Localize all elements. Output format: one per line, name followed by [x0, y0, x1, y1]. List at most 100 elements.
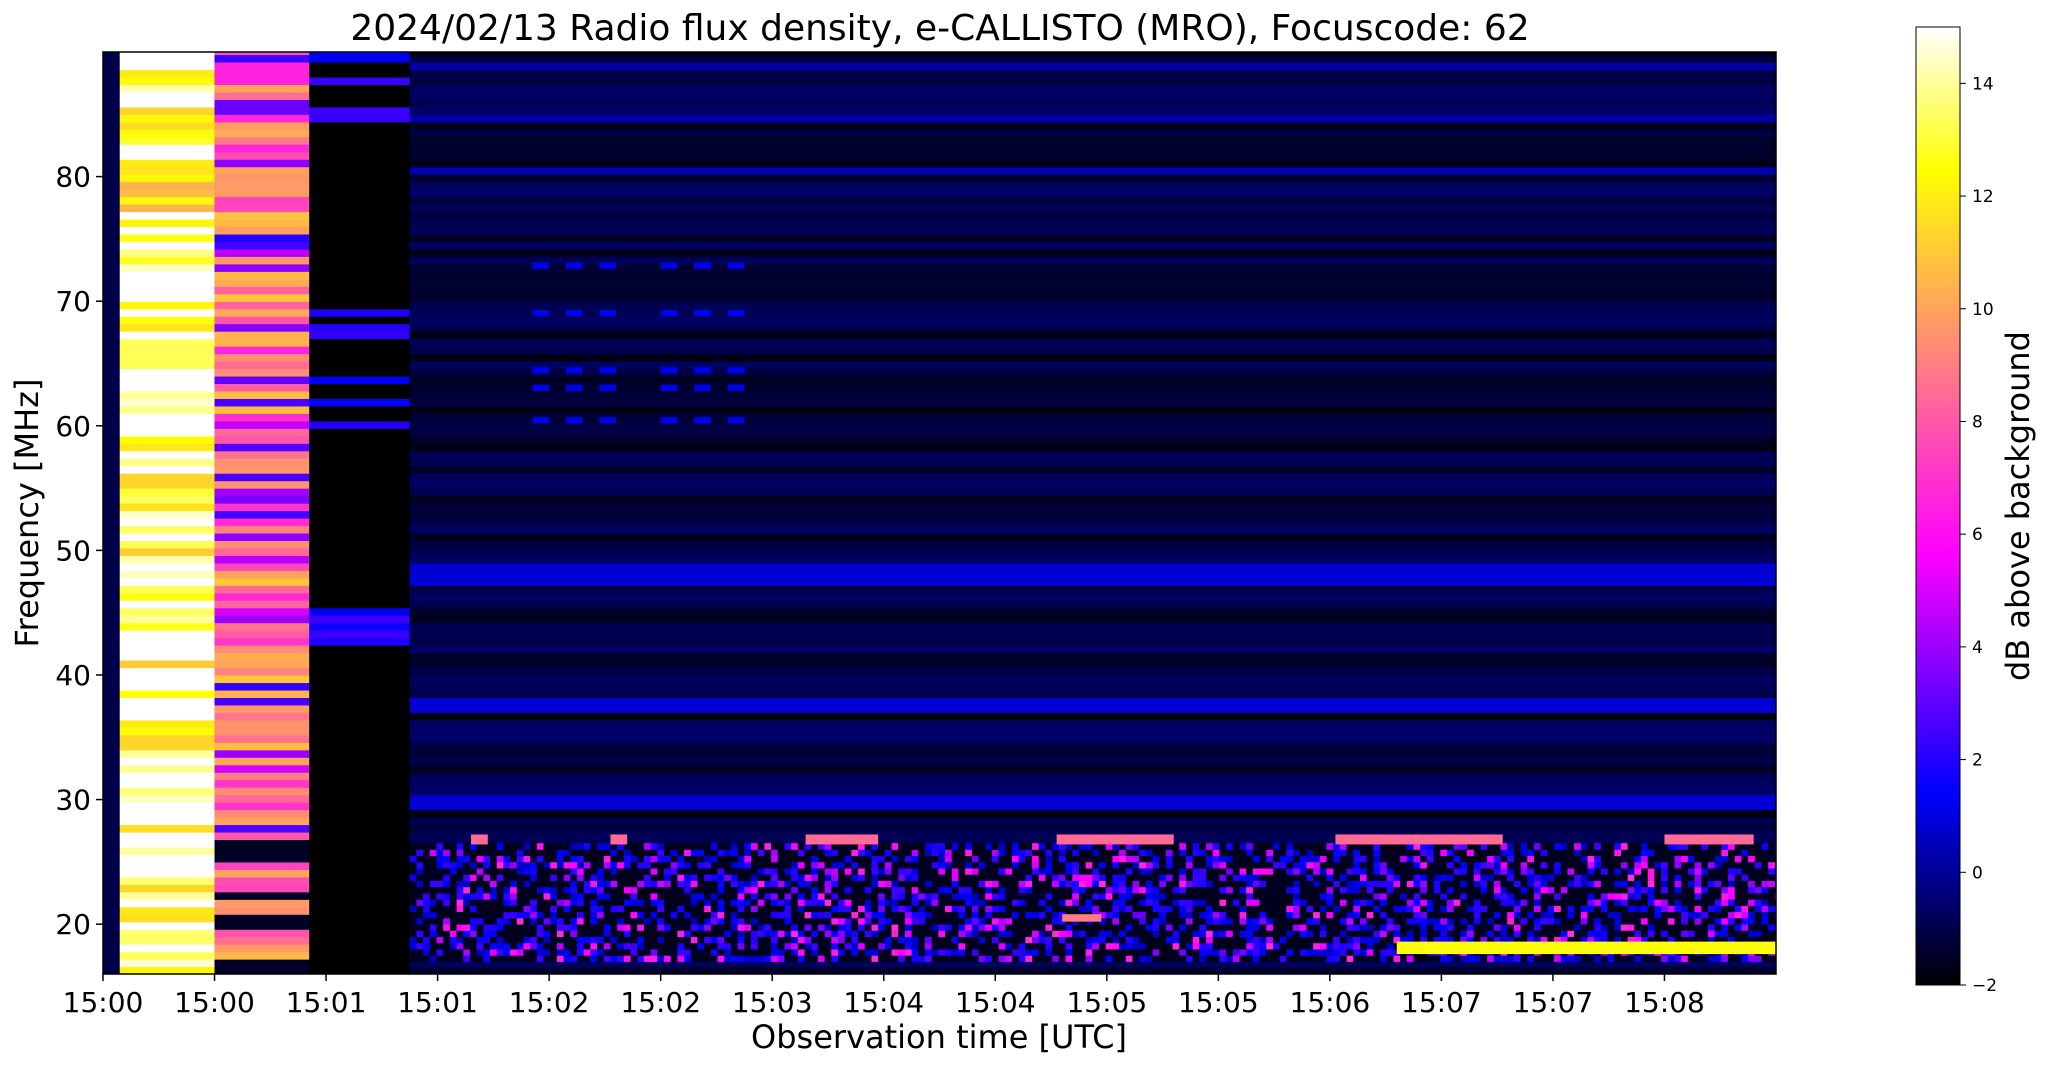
heatmap-cell — [523, 843, 531, 850]
heatmap-cell — [1125, 942, 1133, 950]
heatmap-cell — [449, 886, 457, 894]
heatmap-cell — [409, 719, 1776, 728]
heatmap-cell — [1025, 861, 1033, 869]
heatmap-cell — [214, 368, 310, 377]
heatmap-cell — [1072, 849, 1080, 857]
heatmap-cell — [931, 861, 939, 869]
heatmap-cell — [1005, 930, 1013, 938]
heatmap-cell — [409, 843, 417, 850]
heatmap-cell — [119, 817, 215, 826]
heatmap-cell — [1319, 917, 1327, 925]
heatmap-cell — [777, 893, 785, 900]
heatmap-cell — [214, 166, 310, 175]
heatmap-cell — [409, 787, 1776, 796]
heatmap-cell — [1580, 899, 1588, 906]
heatmap-cell — [1299, 861, 1307, 869]
heatmap-cell — [1105, 936, 1113, 944]
heatmap-cell — [637, 855, 645, 863]
heatmap-cell — [536, 955, 544, 962]
heatmap-cell — [717, 917, 725, 925]
heatmap-cell — [409, 301, 1776, 310]
heatmap-cell — [1380, 893, 1388, 900]
heatmap-cell — [309, 764, 410, 773]
heatmap-cell — [214, 704, 310, 713]
heatmap-cell — [590, 924, 598, 931]
heatmap-cell — [409, 577, 1776, 586]
heatmap-cell — [643, 911, 652, 919]
heatmap-cell — [610, 849, 618, 857]
heatmap-cell — [717, 861, 725, 869]
heatmap-cell — [965, 874, 973, 881]
heatmap-cell — [878, 886, 886, 894]
heatmap-cell — [1681, 849, 1689, 857]
heatmap-cell — [532, 309, 550, 317]
heatmap-cell — [1179, 917, 1187, 925]
heatmap-cell — [119, 428, 215, 437]
heatmap-cell — [817, 930, 826, 938]
heatmap-cell — [309, 316, 410, 325]
heatmap-cell — [938, 949, 946, 956]
heatmap-cell — [965, 899, 973, 906]
heatmap-cell — [1272, 936, 1281, 944]
heatmap-cell — [1212, 886, 1220, 894]
heatmap-cell — [1085, 886, 1093, 894]
heatmap-cell — [1112, 924, 1120, 931]
heatmap-cell — [791, 899, 799, 906]
heatmap-cell — [1574, 868, 1582, 875]
heatmap-cell — [409, 54, 1776, 63]
heatmap-cell — [1286, 905, 1294, 913]
heatmap-cell — [998, 930, 1006, 938]
heatmap-cell — [1366, 955, 1374, 962]
heatmap-cell — [931, 942, 939, 950]
heatmap-cell — [1654, 880, 1662, 888]
heatmap-cell — [851, 899, 859, 906]
heatmap-cell — [1219, 936, 1227, 944]
heatmap-cell — [1741, 911, 1749, 919]
heatmap-cell — [670, 874, 678, 881]
heatmap-cell — [1754, 880, 1762, 888]
heatmap-cell — [777, 861, 785, 869]
heatmap-cell — [657, 886, 665, 894]
heatmap-cell — [429, 955, 437, 962]
heatmap-cell — [1687, 911, 1695, 919]
heatmap-cell — [844, 924, 852, 931]
heatmap-cell — [831, 899, 839, 906]
heatmap-cell — [1386, 924, 1394, 931]
heatmap-cell — [978, 874, 986, 881]
heatmap-cell — [1654, 955, 1662, 962]
heatmap-cell — [724, 899, 732, 906]
heatmap-cell — [577, 942, 585, 950]
heatmap-cell — [1259, 949, 1267, 956]
heatmap-cell — [1574, 924, 1582, 931]
heatmap-cell — [490, 893, 498, 900]
heatmap-cell — [1487, 899, 1495, 906]
heatmap-cell — [1272, 886, 1281, 894]
heatmap-cell — [409, 817, 1776, 826]
heatmap-cell — [1226, 886, 1234, 894]
heatmap-cell — [978, 905, 986, 913]
heatmap-cell — [710, 849, 718, 857]
heatmap-cell — [851, 942, 859, 950]
heatmap-cell — [463, 843, 471, 850]
heatmap-cell — [1748, 905, 1756, 913]
heatmap-cell — [423, 880, 431, 888]
heatmap-cell — [637, 880, 645, 888]
heatmap-cell — [1373, 924, 1381, 931]
heatmap-cell — [1119, 880, 1127, 888]
heatmap-cell — [1339, 849, 1347, 857]
heatmap-cell — [1453, 955, 1461, 962]
heatmap-cell — [727, 309, 745, 317]
heatmap-cell — [1139, 849, 1147, 857]
heatmap-cell — [1687, 886, 1695, 894]
heatmap-cell — [1614, 955, 1622, 962]
heatmap-cell — [757, 886, 765, 894]
heatmap-cell — [677, 899, 685, 906]
heatmap-cell — [563, 855, 571, 863]
y-tick-label: 20 — [55, 908, 91, 941]
heatmap-cell — [1554, 924, 1562, 931]
heatmap-cell — [309, 547, 410, 556]
heatmap-cell — [1467, 905, 1475, 913]
heatmap-cell — [1286, 874, 1294, 881]
heatmap-cell — [1353, 905, 1361, 913]
heatmap-cell — [1768, 874, 1776, 881]
